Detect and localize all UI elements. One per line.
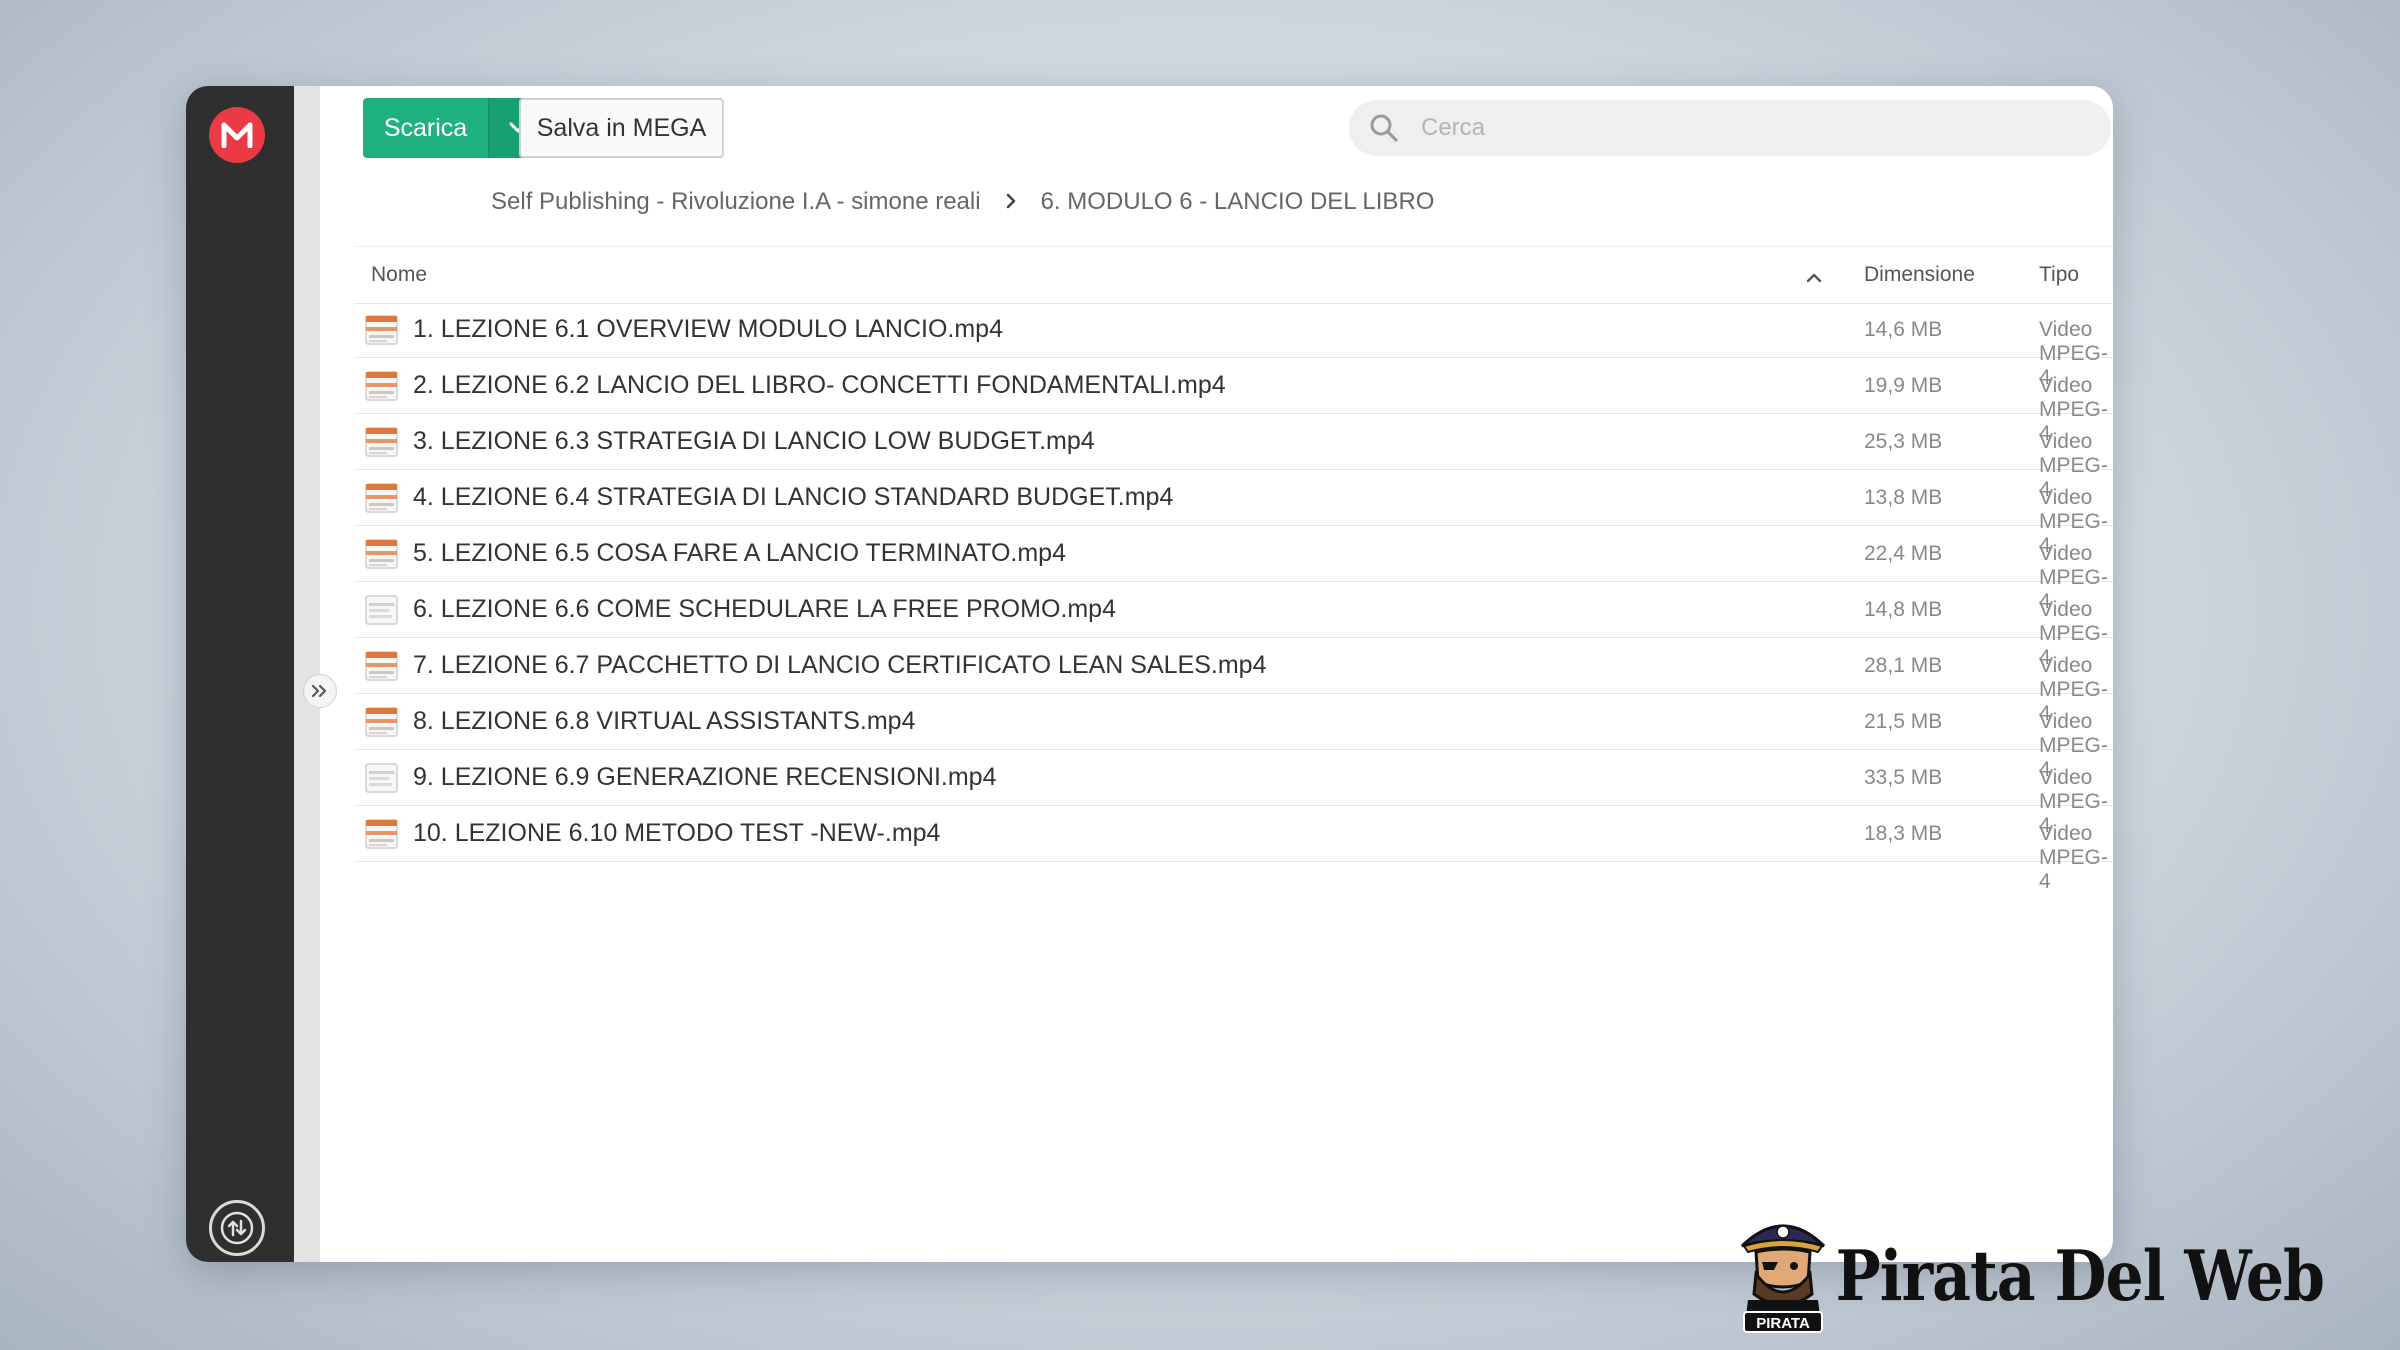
- video-file-thumbnail-icon: [365, 818, 398, 850]
- file-size: 22,4 MB: [1864, 542, 1943, 565]
- app-window: Scarica Salva in MEGA Self Publishin: [186, 86, 2113, 1262]
- file-size: 18,3 MB: [1864, 822, 1943, 845]
- video-file-thumbnail-icon: [365, 650, 398, 682]
- file-size: 21,5 MB: [1864, 710, 1943, 733]
- breadcrumb: Self Publishing - Rivoluzione I.A - simo…: [491, 188, 1434, 216]
- pirate-mascot-icon: PIRATA: [1740, 1224, 1825, 1333]
- chevron-right-icon: [1005, 188, 1017, 216]
- video-file-thumbnail-icon: [365, 426, 398, 458]
- table-row[interactable]: 2. LEZIONE 6.2 LANCIO DEL LIBRO- CONCETT…: [354, 358, 2113, 445]
- table-row[interactable]: 4. LEZIONE 6.4 STRATEGIA DI LANCIO STAND…: [354, 470, 2113, 557]
- video-file-thumbnail-icon: [365, 706, 398, 738]
- sidebar: [186, 86, 294, 1262]
- column-header-name[interactable]: Nome: [371, 263, 427, 287]
- file-size: 33,5 MB: [1864, 766, 1943, 789]
- file-name[interactable]: 5. LEZIONE 6.5 COSA FARE A LANCIO TERMIN…: [413, 539, 1066, 568]
- download-button-label[interactable]: Scarica: [363, 98, 488, 158]
- video-file-thumbnail-icon: [365, 314, 398, 346]
- file-list: 1. LEZIONE 6.1 OVERVIEW MODULO LANCIO.mp…: [354, 302, 2113, 893]
- table-header: Nome Dimensione Tipo: [354, 246, 2113, 304]
- search-icon: [1349, 112, 1419, 144]
- file-name[interactable]: 2. LEZIONE 6.2 LANCIO DEL LIBRO- CONCETT…: [413, 371, 1226, 400]
- mega-logo-icon[interactable]: [209, 107, 265, 163]
- file-name[interactable]: 8. LEZIONE 6.8 VIRTUAL ASSISTANTS.mp4: [413, 707, 916, 736]
- table-row[interactable]: 7. LEZIONE 6.7 PACCHETTO DI LANCIO CERTI…: [354, 638, 2113, 725]
- file-name[interactable]: 9. LEZIONE 6.9 GENERAZIONE RECENSIONI.mp…: [413, 763, 996, 792]
- file-name[interactable]: 10. LEZIONE 6.10 METODO TEST -NEW-.mp4: [413, 819, 940, 848]
- file-name[interactable]: 4. LEZIONE 6.4 STRATEGIA DI LANCIO STAND…: [413, 483, 1173, 512]
- file-size: 13,8 MB: [1864, 486, 1943, 509]
- breadcrumb-item-parent[interactable]: Self Publishing - Rivoluzione I.A - simo…: [491, 188, 981, 216]
- breadcrumb-item-current[interactable]: 6. MODULO 6 - LANCIO DEL LIBRO: [1041, 188, 1435, 216]
- file-size: 19,9 MB: [1864, 374, 1943, 397]
- search-input[interactable]: [1419, 107, 2111, 149]
- double-chevron-right-icon[interactable]: [303, 674, 337, 708]
- table-row[interactable]: 9. LEZIONE 6.9 GENERAZIONE RECENSIONI.mp…: [354, 750, 2113, 837]
- video-file-thumbnail-icon: [365, 538, 398, 570]
- pirata-del-web-logo: PIRATA Pirata Del Web: [1734, 1212, 2325, 1334]
- sort-ascending-icon[interactable]: [1805, 265, 1823, 289]
- table-row[interactable]: 5. LEZIONE 6.5 COSA FARE A LANCIO TERMIN…: [354, 526, 2113, 613]
- file-size: 14,6 MB: [1864, 318, 1943, 341]
- search-box: [1349, 100, 2111, 156]
- file-name[interactable]: 1. LEZIONE 6.1 OVERVIEW MODULO LANCIO.mp…: [413, 315, 1003, 344]
- video-file-thumbnail-icon: [365, 482, 398, 514]
- file-size: 14,8 MB: [1864, 598, 1943, 621]
- column-header-size[interactable]: Dimensione: [1864, 263, 1975, 287]
- watermark-brand-text: Pirata Del Web: [1835, 1236, 2325, 1318]
- file-name[interactable]: 3. LEZIONE 6.3 STRATEGIA DI LANCIO LOW B…: [413, 427, 1095, 456]
- file-name[interactable]: 7. LEZIONE 6.7 PACCHETTO DI LANCIO CERTI…: [413, 651, 1266, 680]
- table-row[interactable]: 8. LEZIONE 6.8 VIRTUAL ASSISTANTS.mp4 21,…: [354, 694, 2113, 781]
- video-file-thumbnail-icon: [365, 594, 398, 626]
- file-type: Video MPEG-4: [2039, 822, 2108, 893]
- video-file-thumbnail-icon: [365, 762, 398, 794]
- table-row[interactable]: 3. LEZIONE 6.3 STRATEGIA DI LANCIO LOW B…: [354, 414, 2113, 501]
- table-row[interactable]: 1. LEZIONE 6.1 OVERVIEW MODULO LANCIO.mp…: [354, 302, 2113, 389]
- transfer-manager-icon[interactable]: [209, 1200, 265, 1256]
- file-size: 28,1 MB: [1864, 654, 1943, 677]
- file-name[interactable]: 6. LEZIONE 6.6 COME SCHEDULARE LA FREE P…: [413, 595, 1116, 624]
- watermark-badge-text: PIRATA: [1756, 1315, 1810, 1332]
- table-row[interactable]: 6. LEZIONE 6.6 COME SCHEDULARE LA FREE P…: [354, 582, 2113, 669]
- file-size: 25,3 MB: [1864, 430, 1943, 453]
- video-file-thumbnail-icon: [365, 370, 398, 402]
- column-header-type[interactable]: Tipo: [2039, 263, 2079, 287]
- table-row[interactable]: 10. LEZIONE 6.10 METODO TEST -NEW-.mp4 18…: [354, 806, 2113, 893]
- search-bar: [1349, 100, 2111, 156]
- main-panel: Scarica Salva in MEGA Self Publishin: [320, 86, 2113, 1262]
- save-to-mega-button[interactable]: Salva in MEGA: [519, 98, 724, 158]
